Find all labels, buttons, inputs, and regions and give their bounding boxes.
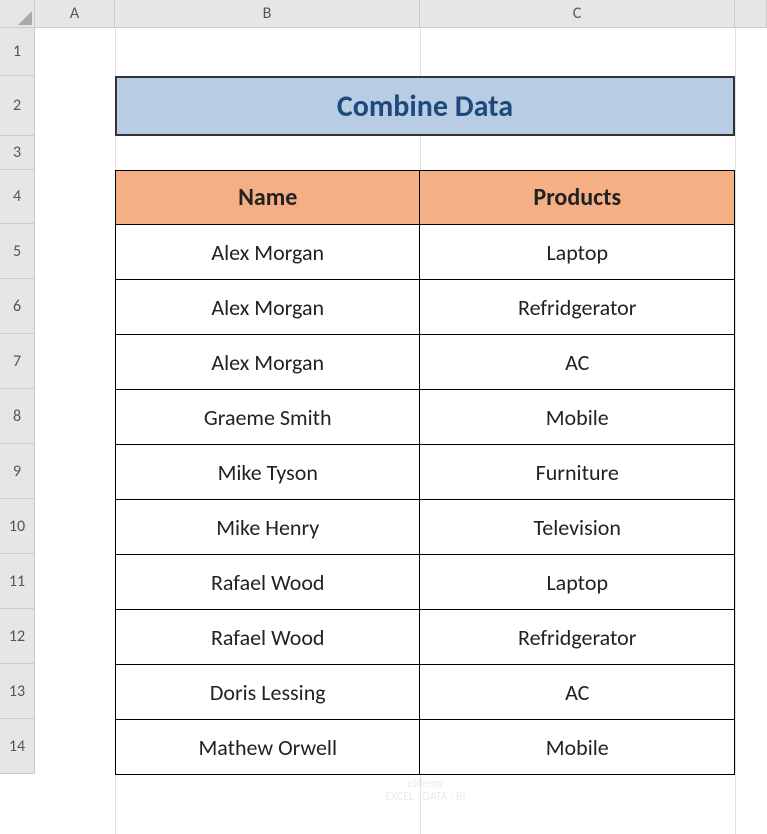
row-header-14[interactable]: 14 — [0, 719, 34, 774]
row-header-10[interactable]: 10 — [0, 499, 34, 554]
row-header-1[interactable]: 1 — [0, 28, 34, 76]
col-header-a[interactable]: A — [35, 0, 115, 27]
cell-name[interactable]: Alex Morgan — [116, 335, 420, 390]
row-header-9[interactable]: 9 — [0, 444, 34, 499]
table-row: Mike Tyson Furniture — [116, 445, 735, 500]
table-row: Mike Henry Television — [116, 500, 735, 555]
column-headers: A B C — [35, 0, 767, 28]
row-headers: 1 2 3 4 5 6 7 8 9 10 11 12 13 14 — [0, 28, 35, 774]
cell-name[interactable]: Alex Morgan — [116, 225, 420, 280]
cell-name[interactable]: Mathew Orwell — [116, 720, 420, 775]
cell-product[interactable]: Laptop — [420, 225, 735, 280]
grid-area[interactable]: Combine Data Name Products Alex Morgan L… — [35, 28, 767, 834]
col-header-b[interactable]: B — [115, 0, 420, 27]
row-header-4[interactable]: 4 — [0, 170, 34, 224]
cell-product[interactable]: Mobile — [420, 720, 735, 775]
table-row: Mathew Orwell Mobile — [116, 720, 735, 775]
table-row: Graeme Smith Mobile — [116, 390, 735, 445]
cell-product[interactable]: Refridgerator — [420, 280, 735, 335]
table-row: Alex Morgan Laptop — [116, 225, 735, 280]
cell-product[interactable]: AC — [420, 335, 735, 390]
row-header-8[interactable]: 8 — [0, 389, 34, 444]
cell-name[interactable]: Mike Tyson — [116, 445, 420, 500]
table-row: Rafael Wood Laptop — [116, 555, 735, 610]
watermark: eldemy EXCEL · DATA · BI — [385, 778, 466, 804]
table-row: Rafael Wood Refridgerator — [116, 610, 735, 665]
col-header-d[interactable] — [735, 0, 767, 27]
row-header-5[interactable]: 5 — [0, 224, 34, 279]
row-header-11[interactable]: 11 — [0, 554, 34, 609]
row-header-2[interactable]: 2 — [0, 76, 34, 136]
cell-product[interactable]: Television — [420, 500, 735, 555]
select-all-corner[interactable] — [0, 0, 35, 28]
table-row: Alex Morgan Refridgerator — [116, 280, 735, 335]
header-row: Name Products — [116, 171, 735, 225]
cell-product[interactable]: Laptop — [420, 555, 735, 610]
cell-name[interactable]: Rafael Wood — [116, 610, 420, 665]
table-row: Alex Morgan AC — [116, 335, 735, 390]
cell-name[interactable]: Rafael Wood — [116, 555, 420, 610]
cell-product[interactable]: Furniture — [420, 445, 735, 500]
row-header-12[interactable]: 12 — [0, 609, 34, 664]
data-table: Name Products Alex Morgan Laptop Alex Mo… — [115, 170, 735, 775]
col-header-c[interactable]: C — [420, 0, 735, 27]
header-products[interactable]: Products — [420, 171, 735, 225]
row-header-7[interactable]: 7 — [0, 334, 34, 389]
header-name[interactable]: Name — [116, 171, 420, 225]
cell-product[interactable]: Refridgerator — [420, 610, 735, 665]
cell-name[interactable]: Alex Morgan — [116, 280, 420, 335]
gridline — [735, 28, 736, 834]
cell-product[interactable]: AC — [420, 665, 735, 720]
row-header-6[interactable]: 6 — [0, 279, 34, 334]
row-header-13[interactable]: 13 — [0, 664, 34, 719]
cell-name[interactable]: Graeme Smith — [116, 390, 420, 445]
table-row: Doris Lessing AC — [116, 665, 735, 720]
cell-product[interactable]: Mobile — [420, 390, 735, 445]
title-cell[interactable]: Combine Data — [115, 76, 735, 136]
row-header-3[interactable]: 3 — [0, 136, 34, 170]
cell-name[interactable]: Doris Lessing — [116, 665, 420, 720]
cell-name[interactable]: Mike Henry — [116, 500, 420, 555]
